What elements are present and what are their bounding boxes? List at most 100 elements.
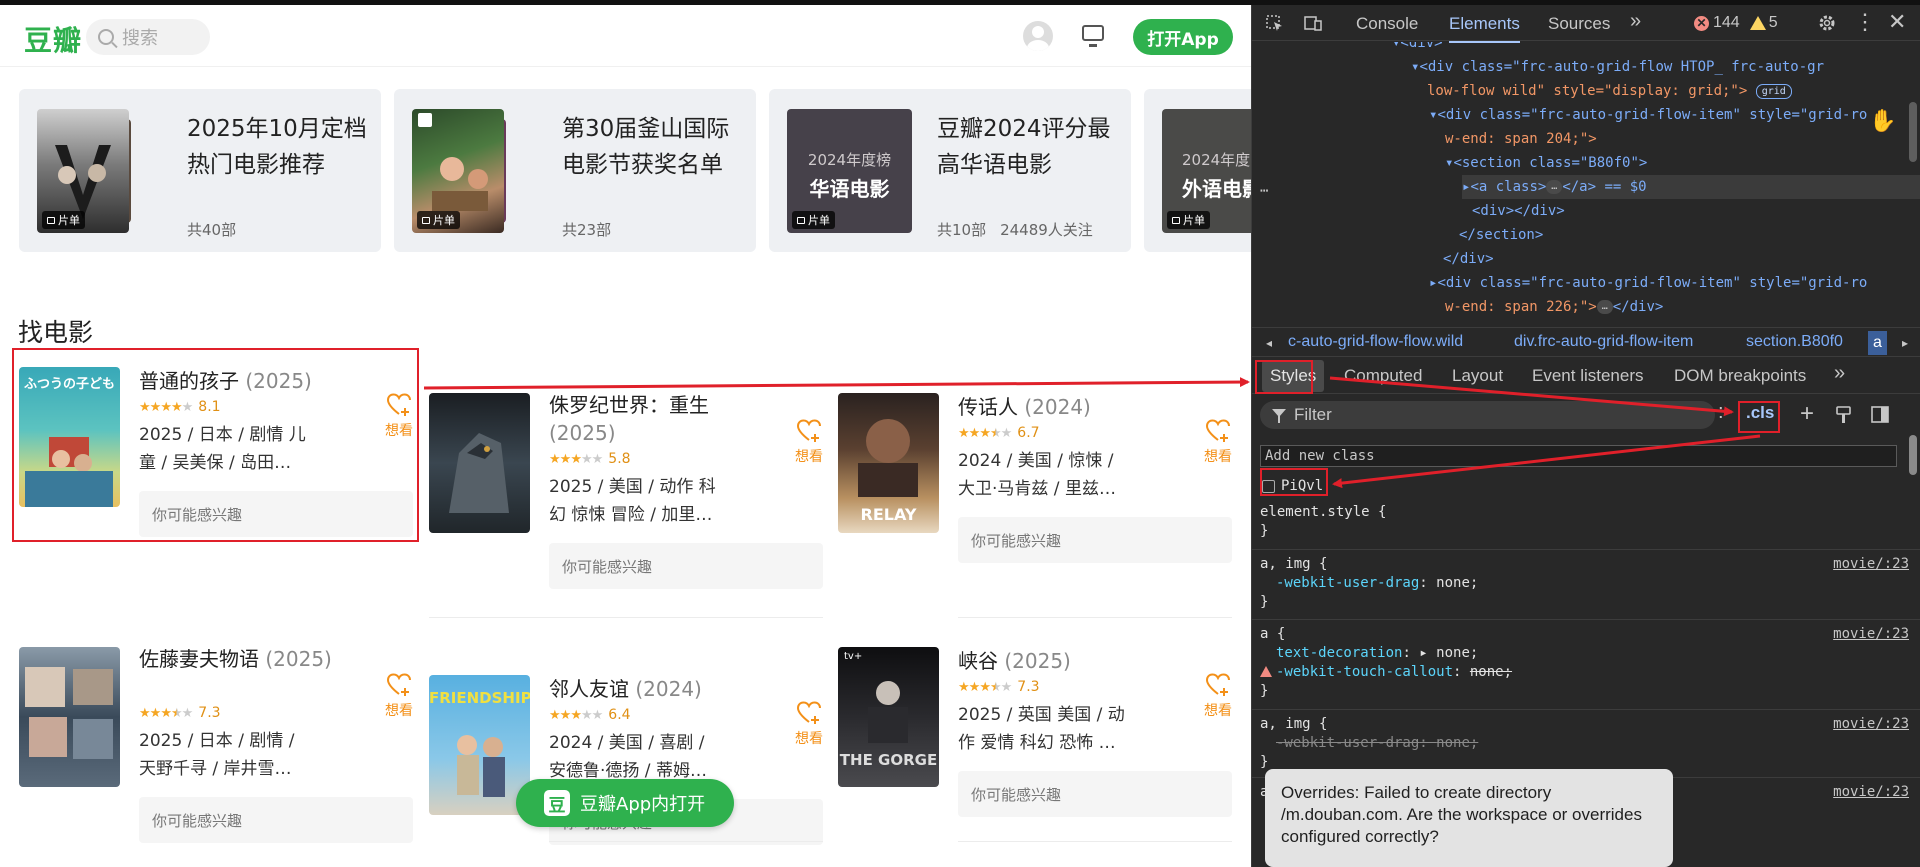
site-header: 豆瓣 搜索 打开App	[0, 5, 1251, 67]
tab-elements[interactable]: Elements	[1449, 14, 1520, 43]
movie-poster[interactable]	[429, 393, 530, 533]
gear-icon[interactable]	[1817, 13, 1837, 33]
breadcrumb: ◂ c-auto-grid-flow-flow.wild div.frc-aut…	[1252, 327, 1920, 357]
movie-poster[interactable]	[19, 647, 120, 787]
tab-event-listeners[interactable]: Event listeners	[1532, 366, 1644, 386]
rule-source-link[interactable]: movie/:23	[1833, 715, 1909, 734]
list-icon	[422, 217, 430, 224]
rating-stars: ★★★★★	[139, 706, 193, 721]
tab-dom-breakpoints[interactable]: DOM breakpoints	[1674, 366, 1806, 386]
dom-node[interactable]: </div>	[1443, 247, 1494, 271]
issue-counters[interactable]: ✕ 144 5	[1694, 14, 1778, 32]
toggle-sidebar-icon[interactable]	[1870, 405, 1890, 425]
breadcrumb-item-active[interactable]: a	[1868, 331, 1887, 355]
tab-sources[interactable]: Sources	[1548, 14, 1610, 34]
close-icon[interactable]: ✕	[1888, 9, 1906, 35]
movie-info: 2025 / 日本 / 剧情 / 天野千寻 / 岸井雪…	[139, 731, 295, 779]
doulist-cover-stack: 片单	[412, 109, 537, 233]
breadcrumb-left-arrow-icon[interactable]: ◂	[1266, 336, 1272, 350]
css-rule[interactable]: a, img { movie/:23 -webkit-user-drag: no…	[1260, 555, 1915, 612]
movie-title[interactable]: 佐藤妻夫物语 (2025)	[139, 645, 334, 673]
css-rule[interactable]: element.style { }	[1260, 503, 1915, 541]
movie-poster[interactable]: tv+ THE GORGE	[838, 647, 939, 787]
want-to-watch-button[interactable]: 想看	[379, 672, 419, 720]
css-rule[interactable]: a { movie/:23 text-decoration: ▸ none; -…	[1260, 625, 1915, 701]
breadcrumb-right-arrow-icon[interactable]: ▸	[1902, 336, 1908, 350]
want-to-watch-button[interactable]: 想看	[1198, 418, 1238, 466]
hand-icon[interactable]: ✋	[1869, 110, 1896, 134]
movie-title[interactable]: 邻人友谊 (2024)	[549, 675, 744, 703]
dom-node[interactable]: ▾<div class="frc-auto-grid-flow HTOP_ fr…	[1411, 55, 1824, 79]
movie-item[interactable]: 侏罗纪世界：重生 (2025) ★★★★★ 5.8 2025 / 美国 / 动作 …	[429, 393, 829, 593]
dom-node[interactable]: ▾<div>	[1392, 42, 1443, 55]
movie-item[interactable]: FRIENDSHIP 邻人友谊 (2024) ★★★★★ 6.4 2024 / 美…	[429, 675, 829, 867]
open-app-button[interactable]: 打开App	[1133, 19, 1233, 55]
breadcrumb-item[interactable]: c-auto-grid-flow-flow.wild	[1288, 333, 1463, 351]
new-style-rule-icon[interactable]: +	[1800, 400, 1814, 428]
dom-scrollbar[interactable]	[1909, 102, 1917, 162]
styles-scrollbar[interactable]	[1909, 435, 1917, 475]
search-input[interactable]: 搜索	[86, 19, 210, 55]
doulist-cover-stack: 片单	[37, 109, 162, 233]
want-to-watch-button[interactable]: 想看	[789, 700, 829, 748]
annotation-box-styles	[1255, 360, 1313, 394]
dom-node[interactable]: ▾<div class="frc-auto-grid-flow-item" st…	[1429, 103, 1867, 127]
cover-title: 外语电影	[1182, 177, 1251, 201]
doulist-meta: 共40部	[187, 221, 237, 239]
want-to-watch-button[interactable]: 想看	[789, 418, 829, 466]
rule-source-link[interactable]: movie/:23	[1833, 783, 1909, 802]
doulist-card[interactable]: 片单 2025年10月定档热门电影推荐 共40部	[19, 89, 381, 252]
open-in-app-button[interactable]: 豆 豆瓣App内打开	[516, 779, 734, 827]
rule-source-link[interactable]: movie/:23	[1833, 555, 1909, 574]
heart-add-icon	[1205, 673, 1230, 696]
dom-node[interactable]: </section>	[1459, 223, 1543, 247]
tab-console[interactable]: Console	[1356, 14, 1418, 34]
doulist-tag: 片单	[792, 211, 835, 229]
movie-poster[interactable]: RELAY	[838, 393, 939, 533]
overrides-error-toast[interactable]: Overrides: Failed to create directory /m…	[1265, 769, 1673, 867]
paint-brush-icon[interactable]	[1834, 405, 1854, 425]
hover-state-icon[interactable]: :	[1718, 401, 1724, 424]
kebab-menu-icon[interactable]: ⋮	[1854, 9, 1876, 35]
rule-source-link[interactable]: movie/:23	[1833, 625, 1909, 644]
movie-title[interactable]: 侏罗纪世界：重生 (2025)	[549, 391, 744, 447]
avatar[interactable]	[1023, 21, 1053, 51]
desktop-monitor-icon[interactable]	[1082, 25, 1104, 47]
movie-info: 2024 / 美国 / 喜剧 / 安德鲁·德扬 / 蒂姆…	[549, 733, 707, 781]
want-to-watch-button[interactable]: 想看	[1198, 672, 1238, 720]
tab-layout[interactable]: Layout	[1452, 366, 1503, 386]
dom-node[interactable]: <div></div>	[1472, 199, 1565, 223]
douban-logo[interactable]: 豆瓣	[24, 19, 82, 59]
doulist-card[interactable]: 2024年度榜 华语电影 片单 豆瓣2024评分最高华语电影 共10部 24489…	[769, 89, 1131, 252]
breadcrumb-item[interactable]: section.B80f0	[1746, 333, 1843, 351]
movie-item[interactable]: tv+ THE GORGE 峡谷 (2025) ★★★★★ 7.3 2025 / …	[838, 647, 1238, 847]
tab-computed[interactable]: Computed	[1344, 366, 1422, 386]
styles-filter-input[interactable]: Filter	[1260, 401, 1715, 429]
movie-item[interactable]: 佐藤妻夫物语 (2025) ★★★★★ 7.3 2025 / 日本 / 剧情 / 天…	[19, 647, 419, 847]
rating-stars: ★★★★★	[549, 708, 603, 723]
movie-poster[interactable]: FRIENDSHIP	[429, 675, 530, 815]
dom-node[interactable]: ▸<div class="frc-auto-grid-flow-item" st…	[1429, 271, 1867, 295]
css-rule[interactable]: a, img { movie/:23 -webkit-user-drag: no…	[1260, 715, 1915, 772]
grid-badge[interactable]: grid	[1755, 83, 1792, 99]
movie-rating: ★★★★★ 5.8	[549, 451, 631, 467]
divider	[549, 841, 823, 842]
movie-title[interactable]: 峡谷 (2025)	[958, 647, 1153, 675]
breadcrumb-item[interactable]: div.frc-auto-grid-flow-item	[1514, 333, 1693, 351]
dom-tree[interactable]: ▾<div> ▾<div class="frc-auto-grid-flow H…	[1252, 42, 1920, 327]
node-actions-icon[interactable]: ⋯	[1260, 179, 1268, 203]
add-new-class-input[interactable]: Add new class	[1260, 445, 1897, 467]
dom-node-selected[interactable]: ▸<a class>… </a> == $0	[1462, 175, 1920, 199]
inspect-element-icon[interactable]	[1266, 15, 1284, 31]
doulist-card[interactable]: 片单 第30届釜山国际电影节获奖名单 共23部	[394, 89, 756, 252]
device-toolbar-icon[interactable]	[1304, 15, 1322, 31]
more-subtabs-icon[interactable]: »	[1834, 362, 1845, 385]
more-tabs-icon[interactable]: »	[1630, 10, 1641, 33]
movie-item[interactable]: RELAY 传话人 (2024) ★★★★★ 6.7 2024 / 美国 / 惊悚…	[838, 393, 1238, 593]
doulist-card[interactable]: 2024年度 外语电影 片单	[1144, 89, 1251, 252]
movie-title[interactable]: 传话人 (2024)	[958, 393, 1153, 421]
annotation-box-class-checkbox	[1260, 468, 1328, 496]
dom-node[interactable]: ▾<section class="B80f0">	[1445, 151, 1647, 175]
poster-badge: tv+	[844, 651, 863, 662]
doulist-cover: 2024年度榜 华语电影 片单	[787, 109, 912, 233]
